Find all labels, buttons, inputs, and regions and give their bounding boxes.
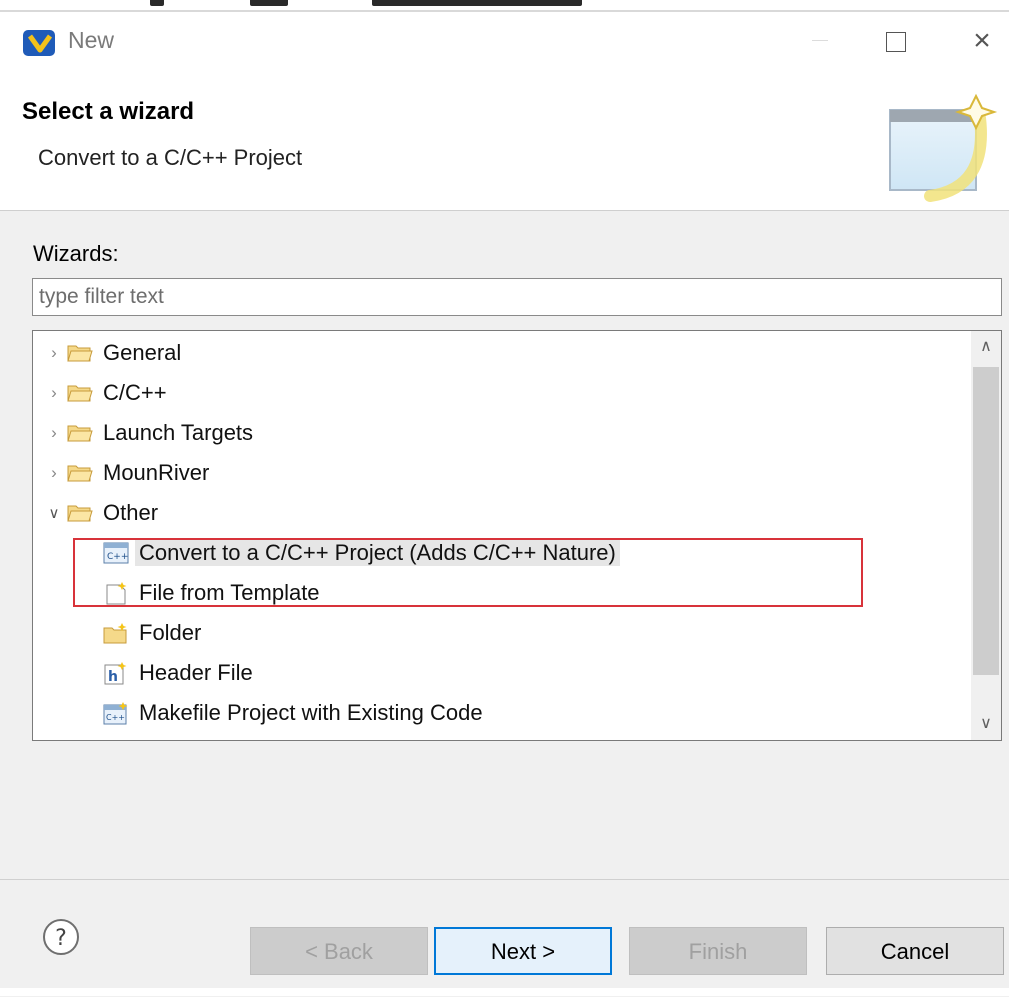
chevron-right-icon[interactable]: › [43,383,65,403]
title-bar[interactable]: New × [0,12,1009,70]
chevron-right-icon[interactable]: › [43,463,65,483]
app-logo-icon [23,30,55,56]
wizards-label: Wizards: [33,241,119,266]
tree-item-label: Makefile Project with Existing Code [139,700,483,725]
wizard-header: Select a wizard Convert to a C/C++ Proje… [0,70,1009,211]
next-button[interactable]: Next > [434,927,612,975]
wizard-tree[interactable]: › General › C/C++ › Launch Targets › Mou… [32,330,1002,741]
tree-item-label: File from Template [139,580,320,605]
svg-text:C++: C++ [106,713,125,722]
background-editor-strip [0,0,1009,12]
header-file-icon: h [101,660,131,686]
tree-item-other[interactable]: ∨ Other [43,494,162,532]
tree-item-convert-cpp-project[interactable]: C++ Convert to a C/C++ Project (Adds C/C… [101,534,620,572]
folder-icon [65,500,95,526]
cancel-button[interactable]: Cancel [826,927,1004,975]
tree-item-header-file[interactable]: h Header File [101,654,257,692]
chevron-right-icon[interactable]: › [43,343,65,363]
scroll-up-icon[interactable]: ∧ [971,331,1001,363]
tree-item-label: Launch Targets [103,420,254,445]
tree-item-makefile-project[interactable]: C++ Makefile Project with Existing Code [101,694,487,732]
finish-button[interactable]: Finish [629,927,807,975]
window-bottom-edge [0,988,1009,996]
header-title: Select a wizard [22,98,195,125]
tree-scrollbar[interactable]: ∧ ∨ [971,331,1001,740]
folder-icon [65,340,95,366]
makefile-project-icon: C++ [101,700,131,726]
close-button[interactable]: × [962,24,1002,58]
tree-item-label: Convert to a C/C++ Project (Adds C/C++ N… [135,540,620,566]
scroll-down-icon[interactable]: ∨ [971,708,1001,740]
tree-item-general[interactable]: › General [43,334,185,372]
tree-item-label: MounRiver [103,460,210,485]
cpp-convert-icon: C++ [101,540,131,566]
file-template-icon [101,580,131,606]
header-description: Convert to a C/C++ Project [38,145,303,170]
tree-item-mounriver[interactable]: › MounRiver [43,454,213,492]
back-button[interactable]: < Back [250,927,428,975]
scroll-thumb[interactable] [973,367,999,675]
editor-fragment [372,0,582,6]
svg-text:?: ? [55,926,67,951]
new-folder-icon [101,620,131,646]
button-bar: ? < Back Next > Finish Cancel [0,879,1009,997]
folder-icon [65,460,95,486]
tree-item-launch-targets[interactable]: › Launch Targets [43,414,257,452]
tree-item-label: Folder [139,620,202,645]
svg-text:C++: C++ [107,552,128,562]
folder-icon [65,420,95,446]
editor-fragment [150,0,164,6]
wizard-banner-icon [889,93,998,202]
window-title: New [68,27,115,53]
maximize-button[interactable] [876,24,916,58]
tree-item-file-from-template[interactable]: File from Template [101,574,324,612]
editor-fragment [250,0,288,6]
new-wizard-dialog: New × Select a wizard Convert to a C/C++… [0,12,1009,997]
chevron-down-icon[interactable]: ∨ [43,504,65,522]
tree-item-label: General [103,340,182,365]
tree-item-label: Header File [139,660,253,685]
tree-item-c-cpp[interactable]: › C/C++ [43,374,171,412]
minimize-button[interactable] [812,40,828,41]
tree-item-label: Other [103,500,159,525]
svg-text:h: h [108,669,118,685]
tree-item-label: C/C++ [103,380,167,405]
wizard-body: Wizards: › General › C/C++ › [0,211,1009,879]
folder-icon [65,380,95,406]
tree-item-folder[interactable]: Folder [101,614,205,652]
filter-input[interactable] [32,278,1002,316]
chevron-right-icon[interactable]: › [43,423,65,443]
help-icon[interactable]: ? [42,918,80,956]
